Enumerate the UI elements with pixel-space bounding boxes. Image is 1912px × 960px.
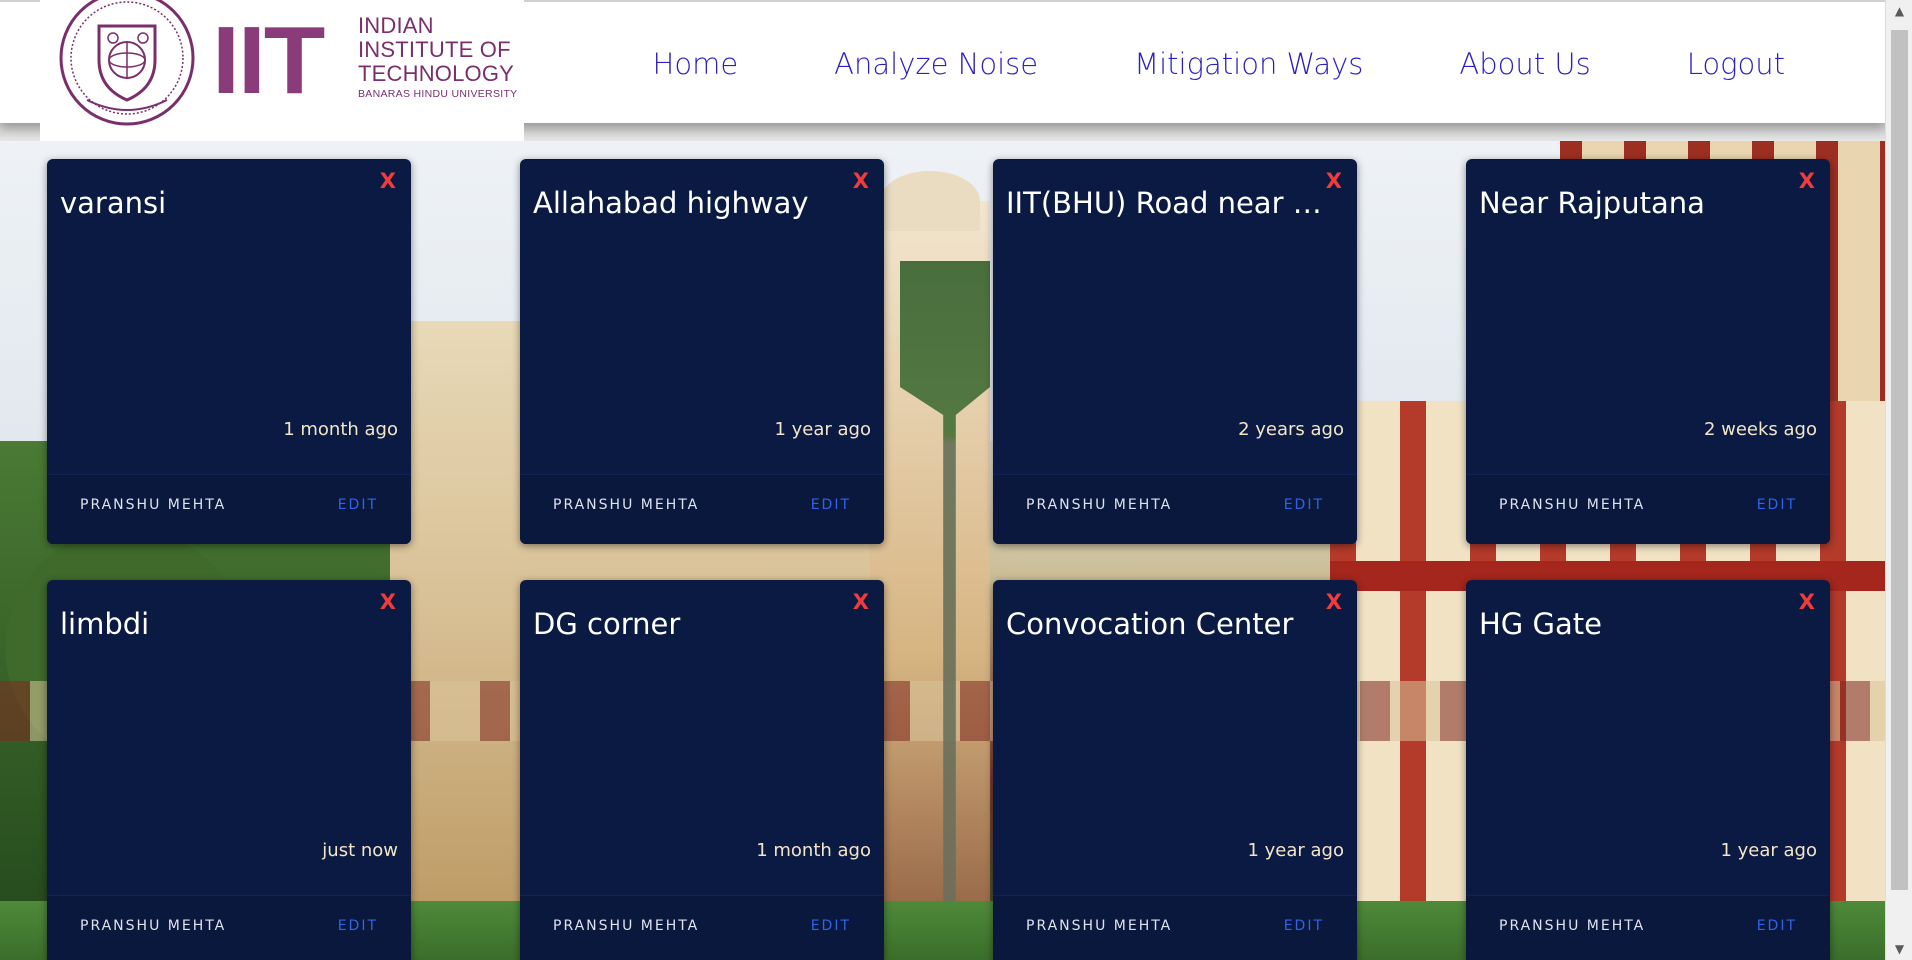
- delete-button[interactable]: X: [380, 590, 396, 614]
- card-author: PRANSHU MEHTA: [553, 497, 700, 513]
- logo[interactable]: IIT INDIAN INSTITUTE OF TECHNOLOGY BANAR…: [40, 0, 524, 141]
- main-nav: Home Analyze Noise Mitigation Ways About…: [653, 42, 1785, 86]
- card-title: IIT(BHU) Road near the...: [1006, 186, 1326, 220]
- edit-button[interactable]: EDIT: [1757, 918, 1797, 934]
- delete-button[interactable]: X: [1326, 590, 1342, 614]
- card-timestamp: 1 year ago: [774, 419, 871, 440]
- institute-line-2: INSTITUTE OF: [358, 37, 511, 62]
- scroll-up-arrow-icon[interactable]: ▲: [1886, 0, 1912, 22]
- nav-mitigation-ways[interactable]: Mitigation Ways: [1134, 42, 1363, 86]
- nav-home[interactable]: Home: [653, 42, 739, 86]
- card-footer: PRANSHU MEHTA EDIT: [1466, 895, 1830, 960]
- card-timestamp: 2 years ago: [1238, 419, 1344, 440]
- delete-button[interactable]: X: [1799, 169, 1815, 193]
- nav-logout[interactable]: Logout: [1687, 42, 1785, 86]
- card-timestamp: 1 month ago: [756, 840, 871, 861]
- card-author: PRANSHU MEHTA: [1499, 918, 1646, 934]
- card-footer: PRANSHU MEHTA EDIT: [520, 474, 884, 544]
- card-title: DG corner: [533, 607, 681, 641]
- edit-button[interactable]: EDIT: [811, 918, 851, 934]
- location-card[interactable]: Convocation Center X 1 year ago PRANSHU …: [993, 580, 1357, 960]
- location-card[interactable]: IIT(BHU) Road near the... X 2 years ago …: [993, 159, 1357, 544]
- location-card[interactable]: Allahabad highway X 1 year ago PRANSHU M…: [520, 159, 884, 544]
- card-footer: PRANSHU MEHTA EDIT: [993, 474, 1357, 544]
- delete-button[interactable]: X: [853, 169, 869, 193]
- card-timestamp: 1 year ago: [1720, 840, 1817, 861]
- location-card[interactable]: Near Rajputana X 2 weeks ago PRANSHU MEH…: [1466, 159, 1830, 544]
- iit-logo-mark: IIT: [212, 7, 325, 114]
- edit-button[interactable]: EDIT: [1284, 497, 1324, 513]
- card-author: PRANSHU MEHTA: [553, 918, 700, 934]
- delete-button[interactable]: X: [853, 590, 869, 614]
- card-footer: PRANSHU MEHTA EDIT: [1466, 474, 1830, 544]
- edit-button[interactable]: EDIT: [338, 918, 378, 934]
- card-author: PRANSHU MEHTA: [80, 918, 227, 934]
- scroll-down-arrow-icon[interactable]: ▼: [1886, 938, 1912, 960]
- institute-line-3: TECHNOLOGY: [358, 61, 515, 86]
- card-author: PRANSHU MEHTA: [1026, 918, 1173, 934]
- edit-button[interactable]: EDIT: [1757, 497, 1797, 513]
- location-card[interactable]: HG Gate X 1 year ago PRANSHU MEHTA EDIT: [1466, 580, 1830, 960]
- iit-bhu-emblem-icon: [59, 0, 195, 126]
- delete-button[interactable]: X: [1799, 590, 1815, 614]
- card-author: PRANSHU MEHTA: [80, 497, 227, 513]
- tower-dome: [880, 171, 980, 231]
- card-title: Allahabad highway: [533, 186, 809, 220]
- location-card[interactable]: varansi X 1 month ago PRANSHU MEHTA EDIT: [47, 159, 411, 544]
- card-title: limbdi: [60, 607, 150, 641]
- card-footer: PRANSHU MEHTA EDIT: [993, 895, 1357, 960]
- delete-button[interactable]: X: [380, 169, 396, 193]
- card-title: varansi: [60, 186, 167, 220]
- institute-line-1: INDIAN: [358, 13, 434, 38]
- delete-button[interactable]: X: [1326, 169, 1342, 193]
- card-title: Near Rajputana: [1479, 186, 1705, 220]
- card-timestamp: 1 month ago: [283, 419, 398, 440]
- page-scrollbar[interactable]: ▲ ▼: [1885, 0, 1912, 960]
- card-timestamp: 2 weeks ago: [1703, 419, 1817, 440]
- card-title: HG Gate: [1479, 607, 1602, 641]
- card-footer: PRANSHU MEHTA EDIT: [47, 474, 411, 544]
- edit-button[interactable]: EDIT: [811, 497, 851, 513]
- scroll-thumb[interactable]: [1891, 30, 1908, 890]
- edit-button[interactable]: EDIT: [1284, 918, 1324, 934]
- card-title: Convocation Center: [1006, 607, 1294, 641]
- institute-name: INDIAN INSTITUTE OF TECHNOLOGY BANARAS H…: [358, 14, 517, 102]
- card-author: PRANSHU MEHTA: [1499, 497, 1646, 513]
- location-card[interactable]: limbdi X just now PRANSHU MEHTA EDIT: [47, 580, 411, 960]
- card-timestamp: 1 year ago: [1247, 840, 1344, 861]
- nav-analyze-noise[interactable]: Analyze Noise: [834, 42, 1038, 86]
- card-footer: PRANSHU MEHTA EDIT: [47, 895, 411, 960]
- institute-subtitle: BANARAS HINDU UNIVERSITY: [358, 88, 518, 100]
- nav-about-us[interactable]: About Us: [1459, 42, 1590, 86]
- card-author: PRANSHU MEHTA: [1026, 497, 1173, 513]
- card-timestamp: just now: [322, 840, 398, 861]
- card-footer: PRANSHU MEHTA EDIT: [520, 895, 884, 960]
- edit-button[interactable]: EDIT: [338, 497, 378, 513]
- location-card[interactable]: DG corner X 1 month ago PRANSHU MEHTA ED…: [520, 580, 884, 960]
